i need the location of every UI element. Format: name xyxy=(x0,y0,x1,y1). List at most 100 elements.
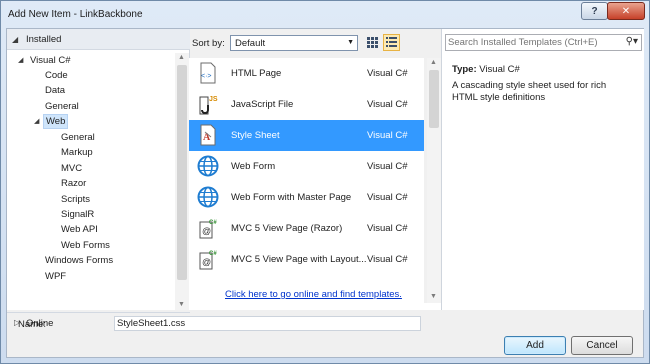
tree-item-razor[interactable]: Razor xyxy=(61,176,86,191)
scroll-down-icon[interactable]: ▼ xyxy=(430,293,437,300)
svg-text:JS: JS xyxy=(209,96,218,103)
tree-item-label: Windows Forms xyxy=(45,255,114,266)
template-row-javascript-file[interactable]: JS JavaScript File Visual C# xyxy=(189,89,424,120)
tree-item-label: Markup xyxy=(61,147,93,158)
tree-item-markup[interactable]: Markup xyxy=(61,145,93,160)
scroll-up-icon[interactable]: ▲ xyxy=(430,59,437,66)
help-button[interactable]: ? xyxy=(581,2,608,20)
sort-by-select[interactable]: Default ▼ xyxy=(230,35,358,51)
template-row-mvc-view-razor[interactable]: @ C# MVC 5 View Page (Razor) Visual C# xyxy=(189,213,424,244)
svg-text:C#: C# xyxy=(209,251,217,257)
tree-item-data[interactable]: Data xyxy=(45,83,65,98)
tree-item-code[interactable]: Code xyxy=(45,68,68,83)
tree-item-general[interactable]: General xyxy=(45,99,79,114)
svg-text:@: @ xyxy=(202,226,211,236)
template-name: MVC 5 View Page (Razor) xyxy=(231,223,343,234)
type-value: Visual C# xyxy=(479,64,520,75)
template-row-web-form-master[interactable]: Web Form with Master Page Visual C# xyxy=(189,182,424,213)
tree-item-web-general[interactable]: General xyxy=(61,130,95,145)
tree-item-label: Web Forms xyxy=(61,240,110,251)
details-pane: ⚲▾ Type: Visual C# A cascading style she… xyxy=(441,29,644,310)
template-row-style-sheet[interactable]: A Style Sheet Visual C# xyxy=(189,120,424,151)
mvc-view-icon: @ C# xyxy=(199,220,217,239)
template-name: MVC 5 View Page with Layout... xyxy=(231,254,367,265)
tree-item-label: MVC xyxy=(61,163,83,174)
small-icons-view-button[interactable] xyxy=(364,34,381,51)
collapse-triangle-icon[interactable]: ◢ xyxy=(12,35,18,44)
details-view-button[interactable] xyxy=(383,34,400,51)
grid-view-icon xyxy=(367,37,378,48)
template-scroll-thumb[interactable] xyxy=(429,70,439,128)
svg-text:C#: C# xyxy=(209,220,217,226)
find-templates-online-link[interactable]: Click here to go online and find templat… xyxy=(225,289,402,300)
scroll-up-icon[interactable]: ▲ xyxy=(178,54,185,61)
template-language: Visual C# xyxy=(367,223,408,234)
template-list: <·> HTML Page Visual C# JS JavaScript Fi… xyxy=(189,58,424,303)
installed-header[interactable]: ◢ Installed xyxy=(7,29,190,50)
type-label: Type: xyxy=(452,64,477,75)
template-name: HTML Page xyxy=(231,68,282,79)
svg-text:@: @ xyxy=(202,257,211,267)
name-label: Name: xyxy=(18,319,46,330)
chevron-down-icon: ▼ xyxy=(347,39,354,46)
list-view-icon xyxy=(386,37,397,47)
tree-scroll-thumb[interactable] xyxy=(177,65,187,280)
html-page-icon: <·> xyxy=(200,62,216,84)
tree-item-label: WPF xyxy=(45,271,67,282)
tree-item-label: General xyxy=(45,101,79,112)
search-input[interactable] xyxy=(448,36,618,49)
template-list-footer xyxy=(189,303,441,310)
template-language: Visual C# xyxy=(367,192,408,203)
svg-text:<·>: <·> xyxy=(201,73,212,80)
template-name: Web Form with Master Page xyxy=(231,192,352,203)
web-form-master-icon xyxy=(197,186,219,208)
tree-item-label: Web API xyxy=(61,224,98,235)
search-templates-box[interactable]: ⚲▾ xyxy=(445,34,642,51)
type-line: Type: Visual C# xyxy=(452,64,520,75)
tree-item-scripts[interactable]: Scripts xyxy=(61,192,90,207)
tree-item-label: Razor xyxy=(61,178,87,189)
search-icon[interactable]: ⚲▾ xyxy=(626,36,638,47)
tree-item-label: Web xyxy=(46,116,66,127)
sort-by-label: Sort by: xyxy=(192,38,225,49)
scroll-down-icon[interactable]: ▼ xyxy=(178,301,185,308)
template-name: JavaScript File xyxy=(231,99,294,110)
name-field[interactable] xyxy=(114,316,421,331)
dialog-client-area: ◢ Installed ◢ Visual C# Code Data Genera… xyxy=(6,28,644,358)
tree-item-web[interactable]: ◢ Web xyxy=(34,114,69,129)
template-list-scrollbar[interactable]: ▲ ▼ xyxy=(427,58,441,303)
tree-item-web-forms[interactable]: Web Forms xyxy=(61,238,110,253)
installed-label: Installed xyxy=(26,34,62,45)
expanded-triangle-icon[interactable]: ◢ xyxy=(18,53,23,68)
title-bar[interactable]: Add New Item - LinkBackbone ? ✕ xyxy=(1,1,649,27)
template-row-html-page[interactable]: <·> HTML Page Visual C# xyxy=(189,58,424,89)
tree-item-label: Code xyxy=(45,70,68,81)
web-form-icon xyxy=(197,155,219,177)
javascript-file-icon: JS xyxy=(199,96,218,115)
tree-item-windows-forms[interactable]: Windows Forms xyxy=(45,253,113,268)
window-title: Add New Item - LinkBackbone xyxy=(8,9,143,20)
expanded-triangle-icon[interactable]: ◢ xyxy=(34,115,39,128)
tree-item-label: SignalR xyxy=(61,209,95,220)
template-language: Visual C# xyxy=(367,254,408,265)
template-row-web-form[interactable]: Web Form Visual C# xyxy=(189,151,424,182)
add-new-item-dialog: Add New Item - LinkBackbone ? ✕ ◢ Instal… xyxy=(0,0,650,364)
tree-item-visual-csharp[interactable]: ◢ Visual C# xyxy=(18,53,71,68)
template-name: Web Form xyxy=(231,161,276,172)
template-language: Visual C# xyxy=(367,68,408,79)
category-tree-pane: ◢ Installed ◢ Visual C# Code Data Genera… xyxy=(7,29,190,332)
tree-scrollbar[interactable]: ▲ ▼ xyxy=(175,53,189,310)
tree-item-label: Scripts xyxy=(61,194,91,205)
template-name: Style Sheet xyxy=(231,130,280,141)
sort-by-value: Default xyxy=(235,38,266,49)
template-language: Visual C# xyxy=(367,130,408,141)
tree-item-label: General xyxy=(61,132,95,143)
template-row-mvc-view-layout[interactable]: @ C# MVC 5 View Page with Layout... Visu… xyxy=(189,244,424,275)
close-button[interactable]: ✕ xyxy=(607,2,645,20)
tree-item-mvc[interactable]: MVC xyxy=(61,161,82,176)
tree-item-wpf[interactable]: WPF xyxy=(45,269,66,284)
tree-item-web-api[interactable]: Web API xyxy=(61,222,98,237)
tree-item-signalr[interactable]: SignalR xyxy=(61,207,94,222)
cancel-button[interactable]: Cancel xyxy=(571,336,633,355)
add-button[interactable]: Add xyxy=(504,336,566,355)
